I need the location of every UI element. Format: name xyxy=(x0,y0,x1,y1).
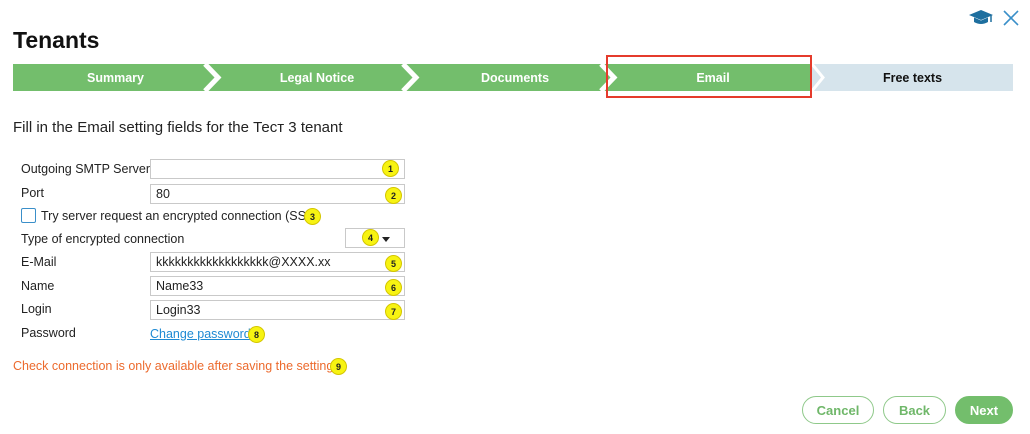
wizard-steps: Summary Legal Notice Documents Email Fre… xyxy=(13,64,1013,91)
badge-2: 2 xyxy=(385,187,402,204)
ssl-checkbox[interactable] xyxy=(21,208,36,223)
badge-4: 4 xyxy=(362,229,379,246)
port-input[interactable] xyxy=(150,184,405,204)
cancel-button[interactable]: Cancel xyxy=(802,396,874,424)
back-button[interactable]: Back xyxy=(883,396,946,424)
top-icons xyxy=(968,8,1020,28)
connection-warning: Check connection is only available after… xyxy=(13,359,344,373)
badge-1: 1 xyxy=(382,160,399,177)
intro-text: Fill in the Email setting fields for the… xyxy=(13,119,343,136)
badge-8: 8 xyxy=(248,326,265,343)
smtp-input[interactable] xyxy=(150,159,405,179)
password-label: Password xyxy=(21,326,76,340)
badge-6: 6 xyxy=(385,279,402,296)
close-icon[interactable] xyxy=(1002,9,1020,27)
email-label: E-Mail xyxy=(21,255,57,269)
port-label: Port xyxy=(21,186,44,200)
login-label: Login xyxy=(21,302,52,316)
login-input[interactable] xyxy=(150,300,405,320)
step-separators xyxy=(203,64,825,91)
change-password-link[interactable]: Change password xyxy=(150,327,251,341)
chevron-down-icon xyxy=(382,237,390,242)
email-input[interactable] xyxy=(150,252,405,272)
ssl-label: Try server request an encrypted connecti… xyxy=(41,209,318,223)
badge-9: 9 xyxy=(330,358,347,375)
smtp-label: Outgoing SMTP Server xyxy=(21,162,150,176)
badge-7: 7 xyxy=(385,303,402,320)
name-label: Name xyxy=(21,279,55,293)
name-input[interactable] xyxy=(150,276,405,296)
badge-5: 5 xyxy=(385,255,402,272)
graduation-cap-icon[interactable] xyxy=(968,8,994,28)
page-title: Tenants xyxy=(13,27,100,53)
current-step-highlight xyxy=(606,55,812,98)
encryption-label: Type of encrypted connection xyxy=(21,232,185,246)
next-button[interactable]: Next xyxy=(955,396,1013,424)
badge-3: 3 xyxy=(304,208,321,225)
